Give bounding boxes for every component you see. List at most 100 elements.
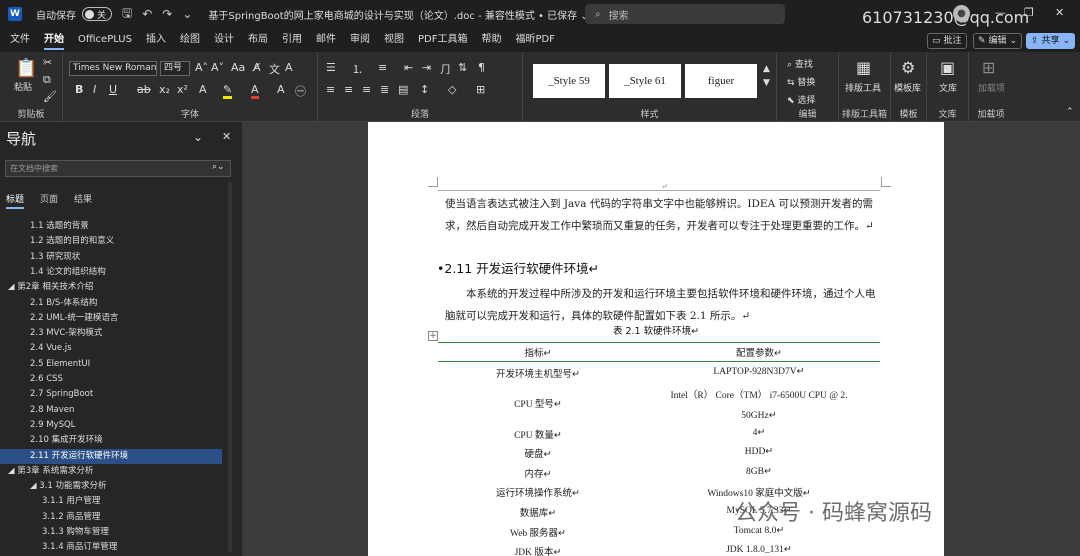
- nav-heading-item[interactable]: 2.1 B/S-体系结构: [0, 296, 222, 311]
- nav-heading-item[interactable]: 2.9 MySQL: [0, 418, 222, 433]
- redo-icon[interactable]: ↷: [162, 7, 172, 21]
- nav-heading-item[interactable]: ◢ 第2章 相关技术介绍: [0, 280, 222, 295]
- avatar[interactable]: ●: [953, 5, 970, 22]
- cut-icon[interactable]: ✂: [43, 56, 52, 69]
- tab-11[interactable]: PDF工具箱: [411, 28, 474, 52]
- phonetic-guide-icon[interactable]: 文: [269, 61, 280, 77]
- addin-name[interactable]: 加载项: [978, 81, 1005, 94]
- tab-10[interactable]: 视图: [377, 28, 411, 52]
- text-effects-icon[interactable]: A: [199, 83, 207, 96]
- shrink-font-icon[interactable]: A˅: [211, 61, 224, 74]
- show-marks-icon[interactable]: ¶: [478, 61, 485, 74]
- format-painter-icon[interactable]: 🖌: [43, 90, 57, 103]
- select-button[interactable]: ⬉ 选择: [787, 93, 815, 106]
- close-pane-icon[interactable]: ✕: [222, 130, 231, 143]
- tab-7[interactable]: 引用: [275, 28, 309, 52]
- font-color-icon[interactable]: A: [251, 83, 259, 99]
- find-button[interactable]: ⌕ 查找: [787, 57, 813, 70]
- tab-13[interactable]: 福昕PDF: [508, 28, 561, 52]
- strikethrough-icon[interactable]: ab: [137, 83, 151, 96]
- tab-1[interactable]: 开始: [37, 28, 71, 52]
- document-page[interactable]: ↵ 使当语言表达式被注入到 Java 代码的字符串文字中也能够辨识。IDEA 可…: [368, 122, 944, 556]
- borders-icon[interactable]: ⊞: [476, 83, 485, 96]
- sort-icon[interactable]: ⇅: [458, 61, 467, 74]
- styles-scroll-down-icon[interactable]: ▼: [763, 78, 770, 88]
- collapse-ribbon-icon[interactable]: ⌃: [1066, 107, 1074, 117]
- distributed-icon[interactable]: ▤: [398, 83, 408, 96]
- chinese-layout-icon[interactable]: ⺆: [440, 61, 451, 77]
- styles-scroll-up-icon[interactable]: ▲: [763, 64, 770, 74]
- tab-0[interactable]: 文件: [3, 28, 37, 52]
- close-icon[interactable]: ✕: [1055, 6, 1064, 19]
- navigation-scrollbar[interactable]: [228, 182, 232, 552]
- highlight-icon[interactable]: ✎: [223, 83, 233, 99]
- bold-icon[interactable]: B: [75, 83, 83, 96]
- undo-icon[interactable]: ↶: [142, 7, 152, 21]
- increase-indent-icon[interactable]: ⇥: [422, 61, 431, 74]
- line-spacing-icon[interactable]: ↕: [420, 83, 429, 96]
- navigation-search-input[interactable]: 在文档中搜索: [5, 160, 231, 177]
- font-name-select[interactable]: Times New Roman: [69, 61, 157, 76]
- decrease-indent-icon[interactable]: ⇤: [404, 61, 413, 74]
- style-card-59[interactable]: _Style 59: [533, 64, 605, 98]
- align-right-icon[interactable]: ≡: [362, 83, 371, 96]
- minimize-icon[interactable]: —: [995, 6, 1006, 19]
- search-input[interactable]: ⌕ 搜索: [585, 4, 785, 24]
- share-button[interactable]: ⇪ 共享 ⌄: [1026, 33, 1076, 49]
- autosave-toggle[interactable]: 关: [82, 7, 112, 21]
- nav-heading-item[interactable]: 2.11 开发运行软硬件环境: [0, 448, 222, 464]
- align-left-icon[interactable]: ≡: [326, 83, 335, 96]
- nav-heading-item[interactable]: 2.5 ElementUI: [0, 357, 222, 372]
- nav-heading-item[interactable]: 1.1 选题的背景: [0, 219, 222, 234]
- nav-heading-item[interactable]: 3.1.1 用户管理: [0, 494, 222, 509]
- copy-icon[interactable]: ⧉: [43, 73, 51, 87]
- style-card-61[interactable]: _Style 61: [609, 64, 681, 98]
- nav-heading-item[interactable]: 1.4 论文的组织结构: [0, 265, 222, 280]
- search-icon[interactable]: ⌕⌄: [212, 162, 225, 172]
- nav-heading-item[interactable]: 3.1.2 商品管理: [0, 510, 222, 525]
- edit-mode-button[interactable]: ✎ 编辑 ⌄: [973, 33, 1023, 49]
- tab-5[interactable]: 设计: [207, 28, 241, 52]
- tab-headings[interactable]: 标题: [6, 192, 25, 209]
- template-icon[interactable]: ⚙: [901, 58, 915, 77]
- nav-heading-item[interactable]: 2.6 CSS: [0, 372, 222, 387]
- document-title[interactable]: 基于SpringBoot的网上家电商城的设计与实现（论文）.doc - 兼容性模…: [208, 7, 588, 22]
- customize-qat-icon[interactable]: ⌄: [182, 7, 192, 21]
- save-icon[interactable]: 🖫: [122, 4, 132, 25]
- superscript-icon[interactable]: x²: [177, 83, 188, 96]
- library-icon[interactable]: ▣: [940, 58, 955, 77]
- tab-12[interactable]: 帮助: [474, 28, 508, 52]
- nav-heading-item[interactable]: 1.3 研究现状: [0, 250, 222, 265]
- justify-icon[interactable]: ≣: [380, 83, 389, 96]
- shading-icon[interactable]: ◇: [448, 83, 456, 96]
- tab-results[interactable]: 结果: [74, 192, 92, 209]
- template-lib-label[interactable]: 模板库: [894, 81, 921, 94]
- numbering-icon[interactable]: ⒈: [352, 61, 363, 77]
- font-size-select[interactable]: 四号: [160, 61, 190, 76]
- paste-icon[interactable]: 📋: [15, 58, 37, 79]
- nav-heading-item[interactable]: 2.4 Vue.js: [0, 341, 222, 356]
- enclose-char-icon[interactable]: ㊀: [295, 83, 306, 99]
- grow-font-icon[interactable]: A˄: [195, 61, 208, 74]
- multilevel-list-icon[interactable]: ≡: [378, 61, 387, 74]
- clear-format-icon[interactable]: A̸: [253, 61, 261, 74]
- char-border-icon[interactable]: A: [285, 61, 293, 74]
- style-card-figuer[interactable]: figuer: [685, 64, 757, 98]
- replace-button[interactable]: ⇆ 替换: [787, 75, 815, 88]
- nav-heading-item[interactable]: ◢ 第3章 系统需求分析: [0, 464, 222, 479]
- align-center-icon[interactable]: ≡: [344, 83, 353, 96]
- nav-heading-item[interactable]: 2.2 UML-统一建模语言: [0, 311, 222, 326]
- nav-heading-item[interactable]: ◢ 3.1 功能需求分析: [0, 479, 222, 494]
- library-name[interactable]: 文库: [939, 81, 957, 94]
- layout-tool-label[interactable]: 排版工具: [845, 81, 881, 94]
- comment-button[interactable]: ▭ 批注: [927, 33, 967, 49]
- nav-heading-item[interactable]: 2.7 SpringBoot: [0, 387, 222, 402]
- nav-heading-item[interactable]: 2.8 Maven: [0, 403, 222, 418]
- paste-label[interactable]: 粘贴: [14, 80, 32, 93]
- change-case-icon[interactable]: Aa: [231, 61, 245, 74]
- tab-pages[interactable]: 页面: [40, 192, 58, 209]
- tab-3[interactable]: 插入: [139, 28, 173, 52]
- nav-heading-item[interactable]: 1.2 选题的目的和意义: [0, 234, 222, 249]
- nav-heading-item[interactable]: 3.1.3 购物车管理: [0, 525, 222, 540]
- nav-heading-item[interactable]: 2.3 MVC-架构模式: [0, 326, 222, 341]
